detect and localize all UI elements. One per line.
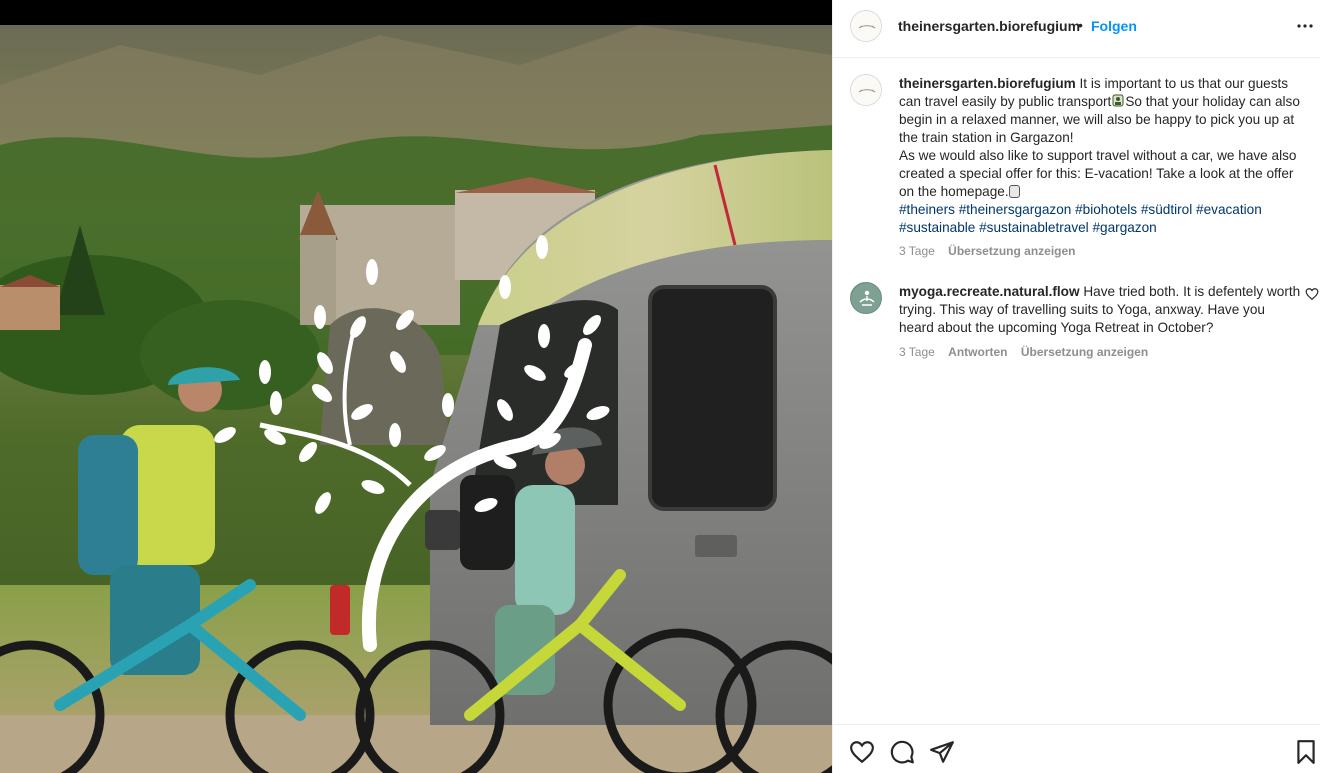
post-action-bar [833, 724, 1320, 773]
caption-text-part3: As we would also like to support travel … [899, 148, 1297, 199]
caption-username[interactable]: theinersgarten.biorefugium [899, 76, 1076, 91]
caption-text: theinersgarten.biorefugium It is importa… [899, 75, 1303, 237]
hashtag[interactable]: #sustainable [899, 220, 975, 235]
post-photo[interactable] [0, 0, 832, 773]
follow-button[interactable]: Folgen [1091, 18, 1137, 34]
comment-translate-button[interactable]: Übersetzung anzeigen [1021, 345, 1148, 359]
reply-button[interactable]: Antworten [948, 345, 1007, 359]
commenter-avatar[interactable] [850, 282, 882, 314]
bookmark-icon[interactable] [1293, 739, 1319, 765]
comment-icon[interactable] [889, 739, 915, 765]
caption-avatar[interactable] [850, 74, 882, 106]
hashtag[interactable]: #gargazon [1092, 220, 1156, 235]
header-separator: • [1078, 17, 1083, 33]
comment-meta: 3 Tage Antworten Übersetzung anzeigen [899, 345, 1158, 359]
comment-like-heart-icon[interactable] [1305, 287, 1319, 301]
hashtag[interactable]: #evacation [1196, 202, 1262, 217]
author-username[interactable]: theinersgarten.biorefugium [898, 18, 1080, 34]
hashtag[interactable]: #südtirol [1141, 202, 1192, 217]
hashtag[interactable]: #theinersgargazon [959, 202, 1072, 217]
hashtag[interactable]: #biohotels [1075, 202, 1137, 217]
instagram-post-view: theinersgarten.biorefugium • Folgen thei… [0, 0, 1320, 773]
comment-text: myoga.recreate.natural.flow Have tried b… [899, 283, 1303, 337]
person-emoji-icon [1112, 94, 1124, 107]
caption-translate-button[interactable]: Übersetzung anzeigen [948, 244, 1075, 258]
post-side-panel: theinersgarten.biorefugium • Folgen thei… [832, 0, 1320, 773]
hashtag[interactable]: #sustainabletravel [979, 220, 1089, 235]
hashtag[interactable]: #theiners [899, 202, 955, 217]
caption-meta: 3 Tage Übersetzung anzeigen [899, 244, 1086, 258]
author-avatar[interactable] [850, 10, 882, 42]
post-image [0, 25, 832, 773]
more-horizontal-icon[interactable] [1293, 14, 1317, 38]
send-icon[interactable] [929, 739, 955, 765]
photo-top-bar [0, 0, 832, 25]
caption-time[interactable]: 3 Tage [899, 244, 935, 258]
post-header: theinersgarten.biorefugium • Folgen [833, 0, 1320, 58]
heart-icon[interactable] [849, 739, 875, 765]
phone-emoji-icon [1008, 185, 1020, 198]
commenter-username[interactable]: myoga.recreate.natural.flow [899, 284, 1080, 299]
comment-time[interactable]: 3 Tage [899, 345, 935, 359]
